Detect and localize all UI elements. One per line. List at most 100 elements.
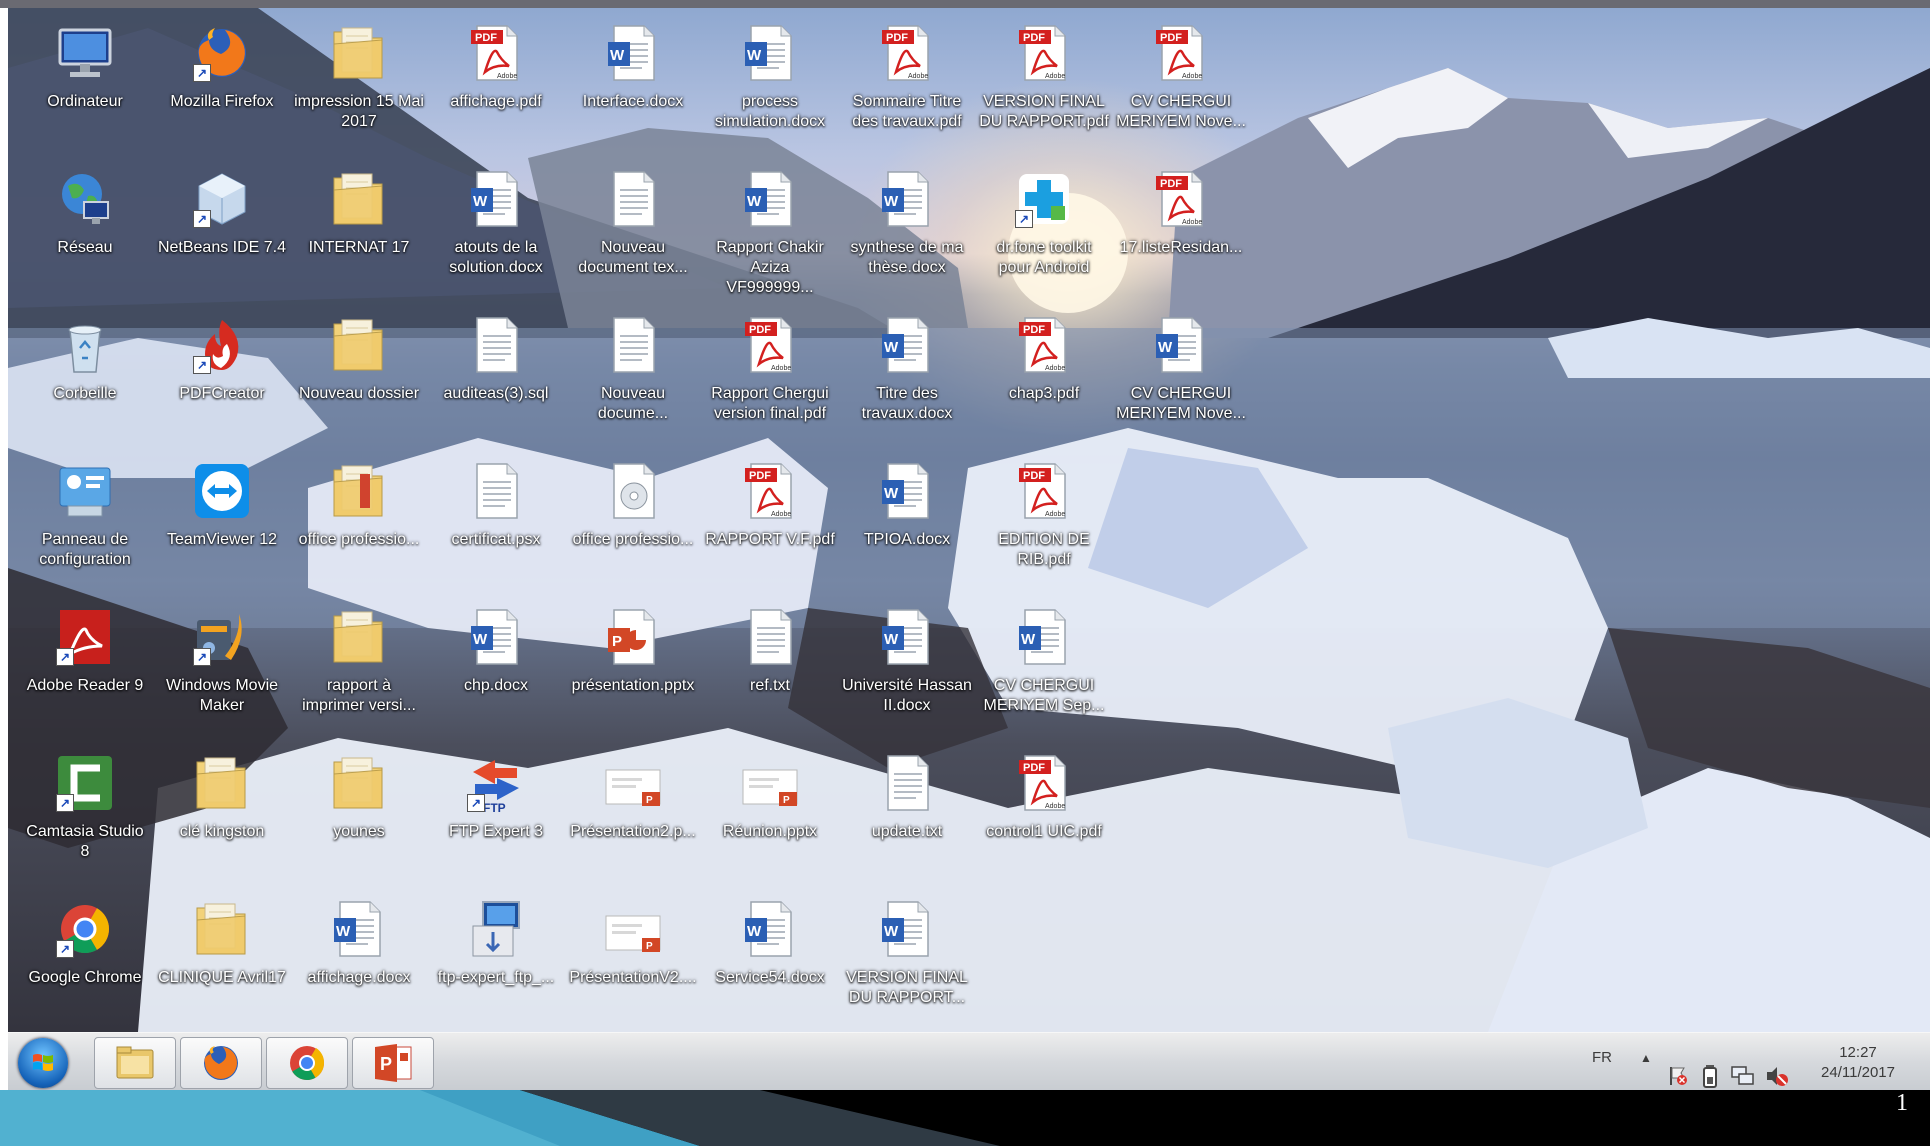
start-button[interactable] [18, 1038, 68, 1088]
clock-time: 12:27 [1839, 1044, 1877, 1061]
desktop-icon-label: chp.docx [463, 677, 529, 694]
desktop-icon[interactable]: W Titre des travaux.docx [842, 308, 972, 448]
desktop-icon-label: ftp-expert_ftp_... [437, 969, 555, 986]
desktop-icon[interactable]: Nouveau dossier [294, 308, 424, 448]
desktop-icon-label: CV CHERGUI MERIYEM Sep... [983, 677, 1105, 714]
text-icon [602, 168, 664, 230]
word-icon: W [465, 606, 527, 668]
desktop-icon[interactable]: TeamViewer 12 [157, 454, 287, 594]
desktop-icon[interactable]: W Université Hassan II.docx [842, 600, 972, 740]
desktop-icon[interactable]: rapport à imprimer versi... [294, 600, 424, 740]
svg-text:W: W [473, 193, 488, 210]
desktop-icon[interactable]: auditeas(3).sql [431, 308, 561, 448]
desktop-icon-label: Adobe Reader 9 [26, 677, 144, 694]
taskbar-firefox-button[interactable] [180, 1037, 262, 1089]
text-icon-graphic [613, 171, 655, 227]
desktop-icon[interactable]: younes [294, 746, 424, 886]
desktop-icon[interactable]: P PrésentationV2.... [568, 892, 698, 1032]
word-icon-graphic: W [471, 171, 518, 227]
desktop-icon[interactable]: Watouts de la solution.docx [431, 162, 561, 302]
clock[interactable]: 12:27 24/11/2017 [1808, 1033, 1908, 1091]
svg-text:Adobe: Adobe [497, 73, 517, 80]
desktop-icon[interactable]: P Présentation2.p... [568, 746, 698, 886]
taskbar-powerpoint-button[interactable]: P [352, 1037, 434, 1089]
desktop-icon[interactable]: PDF Adobe VERSION FINAL DU RAPPORT.pdf [979, 16, 1109, 156]
desktop-icon[interactable]: office professio... [568, 454, 698, 594]
desktop-icon-label: synthese de ma thèse.docx [850, 239, 964, 276]
desktop-icon[interactable]: office professio... [294, 454, 424, 594]
desktop-icon[interactable]: W Rapport Chakir Aziza VF999999... [705, 162, 835, 302]
desktop-icon-label: Corbeille [53, 385, 117, 402]
desktop-icon-label: CV CHERGUI MERIYEM Nove... [1116, 93, 1246, 130]
desktop-icon[interactable]: Pprésentation.pptx [568, 600, 698, 740]
word-icon: W [876, 606, 938, 668]
desktop-icon[interactable]: W CV CHERGUI MERIYEM Sep... [979, 600, 1109, 740]
desktop-icon[interactable]: W Service54.docx [705, 892, 835, 1032]
desktop-icon-label: office professio... [572, 531, 694, 548]
desktop-icon[interactable]: PDF Adobe affichage.pdf [431, 16, 561, 156]
desktop-icon[interactable]: Nouveau document tex... [568, 162, 698, 302]
desktop-icon[interactable]: Réseau [20, 162, 150, 302]
desktop-icon[interactable]: ref.txt [705, 600, 835, 740]
ppt-icon: P [602, 606, 664, 668]
teamviewer-icon-graphic [195, 464, 249, 518]
desktop-icon[interactable]: P Réunion.pptx [705, 746, 835, 886]
desktop-icon-label: 17.listeResidan... [1119, 239, 1243, 256]
text-icon [876, 752, 938, 814]
desktop-icon[interactable]: clé kingston [157, 746, 287, 886]
desktop-icon[interactable]: W Interface.docx [568, 16, 698, 156]
computer-icon [54, 22, 116, 84]
slide-footer-band [0, 1090, 1930, 1146]
svg-text:P: P [646, 941, 653, 952]
svg-text:W: W [884, 923, 899, 940]
desktop-icon[interactable]: PDF Adobe control1 UIC.pdf [979, 746, 1109, 886]
disc-icon [602, 460, 664, 522]
word-icon-graphic: W [1019, 609, 1066, 665]
desktop-icon[interactable]: Waffichage.docx [294, 892, 424, 1032]
pptslide-icon-graphic: P [605, 915, 661, 952]
desktop-icon[interactable]: PDF Adobe CV CHERGUI MERIYEM Nove... [1116, 16, 1246, 156]
desktop-icon[interactable]: ↗ dr.fone toolkit pour Android [979, 162, 1109, 302]
desktop-icon[interactable]: ↗ NetBeans IDE 7.4 [157, 162, 287, 302]
desktop-icon[interactable]: W VERSION FINAL DU RAPPORT... [842, 892, 972, 1032]
text-icon-graphic [476, 317, 518, 373]
desktop-icon[interactable]: Wprocess simulation.docx [705, 16, 835, 156]
desktop-icon[interactable]: ↗ Mozilla Firefox [157, 16, 287, 156]
desktop-icon[interactable]: Wsynthese de ma thèse.docx [842, 162, 972, 302]
folder-icon [328, 606, 390, 668]
desktop-icon-label: office professio... [298, 531, 420, 548]
desktop-icon[interactable]: PDF Adobe EDITION DE RIB.pdf [979, 454, 1109, 594]
desktop-icon[interactable]: ↗ Camtasia Studio 8 [20, 746, 150, 886]
desktop-icon[interactable]: ftp-expert_ftp_... [431, 892, 561, 1032]
desktop-icon[interactable]: PDF Adobe Sommaire Titre des travaux.pdf [842, 16, 972, 156]
desktop-icon[interactable]: impression 15 Mai 2017 [294, 16, 424, 156]
desktop-icon[interactable]: ↗ PDFCreator [157, 308, 287, 448]
desktop-icon[interactable]: FTP ↗ FTP Expert 3 [431, 746, 561, 886]
desktop-icon[interactable]: certificat.psx [431, 454, 561, 594]
desktop-icon[interactable]: W CV CHERGUI MERIYEM Nove... [1116, 308, 1246, 448]
taskbar-chrome-button[interactable] [266, 1037, 348, 1089]
taskbar: P FR ▲ 12:27 24/11/2017 [8, 1032, 1930, 1091]
desktop-icon[interactable]: update.txt [842, 746, 972, 886]
desktop[interactable]: Ordinateur ↗ Mozilla Firefox impression 15 … [8, 8, 1930, 1032]
desktop-icon[interactable]: PDF Adobe chap3.pdf [979, 308, 1109, 448]
desktop-icon[interactable]: Panneau de configuration [20, 454, 150, 594]
desktop-icon[interactable]: W TPIOA.docx [842, 454, 972, 594]
desktop-icon[interactable]: Nouveau docume... [568, 308, 698, 448]
desktop-icon-label: PrésentationV2.... [569, 969, 697, 986]
svg-text:PDF: PDF [749, 324, 771, 336]
desktop-icon[interactable]: PDF Adobe 17.listeResidan... [1116, 162, 1246, 302]
taskbar-explorer-button[interactable] [94, 1037, 176, 1089]
desktop-icon[interactable]: ↗ Windows Movie Maker [157, 600, 287, 740]
desktop-icon-label: update.txt [871, 823, 943, 840]
desktop-icon[interactable]: ↗ Google Chrome [20, 892, 150, 1032]
desktop-icon[interactable]: INTERNAT 17 [294, 162, 424, 302]
desktop-icon[interactable]: PDF Adobe Rapport Chergui version final.pd… [705, 308, 835, 448]
svg-text:P: P [380, 1054, 392, 1074]
desktop-icon[interactable]: Wchp.docx [431, 600, 561, 740]
desktop-icon[interactable]: PDF Adobe RAPPORT V.F.pdf [705, 454, 835, 594]
desktop-icon[interactable]: ↗ Adobe Reader 9 [20, 600, 150, 740]
desktop-icon[interactable]: CLINIQUE Avril17 [157, 892, 287, 1032]
desktop-icon[interactable]: Corbeille [20, 308, 150, 448]
desktop-icon[interactable]: Ordinateur [20, 16, 150, 156]
